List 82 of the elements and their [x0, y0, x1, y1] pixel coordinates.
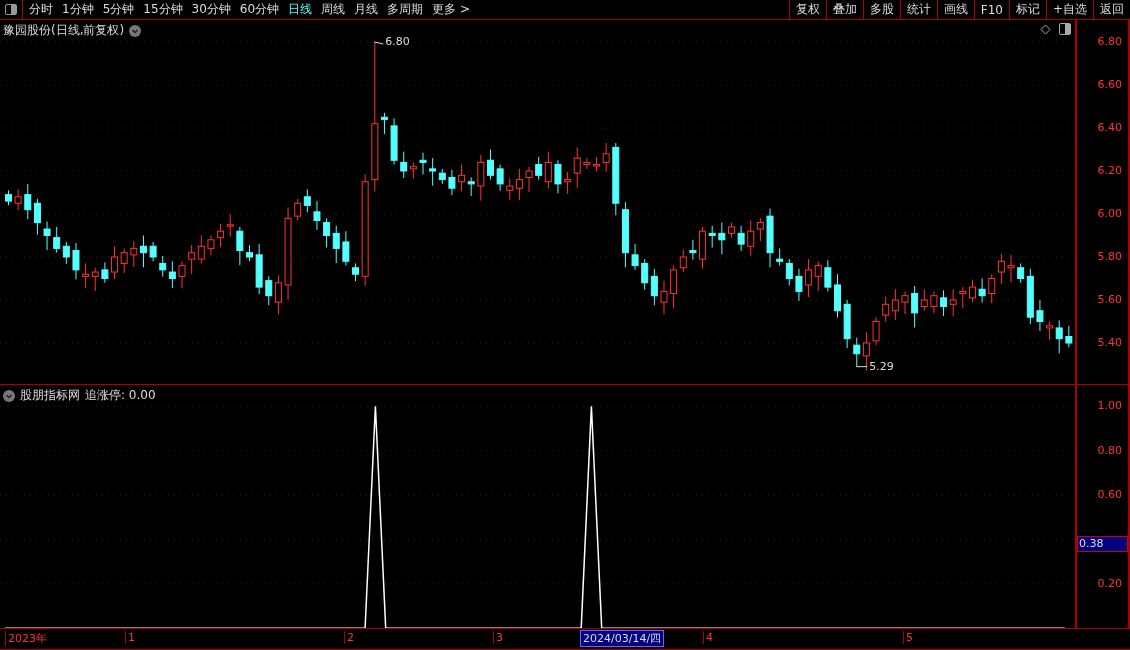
- candlestick: [583, 157, 591, 170]
- indicator-axis-label: 1.00: [1097, 399, 1122, 413]
- chart-title: 豫园股份(日线,前复权): [3, 22, 125, 39]
- candlestick: [631, 243, 639, 271]
- candlestick: [737, 225, 745, 252]
- period-tab[interactable]: 日线: [288, 1, 313, 18]
- candlestick: [843, 299, 851, 349]
- period-tab[interactable]: 月线: [354, 1, 379, 18]
- candlestick: [246, 244, 253, 262]
- candlestick: [255, 243, 263, 295]
- candlestick: [43, 221, 51, 251]
- period-tab[interactable]: 5分钟: [102, 1, 135, 18]
- indicator-axis-label: 0.60: [1097, 488, 1122, 502]
- dropdown-icon[interactable]: [3, 389, 15, 402]
- price-axis-label: 6.80: [1097, 35, 1122, 48]
- candlestick: [795, 268, 803, 302]
- candlestick: [101, 261, 109, 284]
- date-axis-label: 2: [344, 631, 356, 645]
- candlestick: [14, 188, 22, 211]
- price-axis-label: 5.80: [1097, 250, 1122, 263]
- leader-line: [855, 366, 868, 368]
- candlestick: [448, 169, 456, 196]
- candlestick: [390, 117, 398, 166]
- diamond-icon[interactable]: [1040, 23, 1051, 35]
- leader-line: [373, 41, 384, 45]
- period-tab[interactable]: 更多 >: [432, 1, 470, 18]
- indicator-axis-label: 0.80: [1097, 443, 1122, 457]
- period-tab[interactable]: 分时: [29, 1, 53, 18]
- candlestick: [1036, 299, 1044, 332]
- candlestick: [1007, 254, 1015, 283]
- period-tab[interactable]: 30分钟: [191, 1, 231, 18]
- period-tab[interactable]: 60分钟: [239, 1, 280, 18]
- candlestick: [1065, 325, 1073, 348]
- indicator-value: 追涨停: 0.00: [85, 387, 156, 405]
- price-axis-label: 6.00: [1097, 207, 1122, 220]
- price-axis-label: 5.40: [1097, 336, 1122, 349]
- candlestick: [149, 241, 157, 262]
- candlestick: [554, 159, 562, 194]
- candlestick: [72, 242, 80, 280]
- date-axis-label: 1: [125, 631, 137, 645]
- candlestick: [487, 149, 494, 181]
- low-price-label: 5.29: [869, 359, 894, 373]
- period-tab[interactable]: 1分钟: [62, 1, 94, 18]
- candlestick: [660, 280, 668, 315]
- dropdown-icon[interactable]: [129, 24, 142, 37]
- candlestick: [477, 154, 485, 202]
- price-axis-label: 6.60: [1097, 78, 1122, 91]
- price-axis-label: 5.60: [1097, 293, 1122, 306]
- period-tab[interactable]: 周线: [321, 1, 346, 18]
- candlestick: [872, 316, 880, 346]
- period-tab[interactable]: 15分钟: [143, 1, 183, 18]
- candlestick: [593, 156, 600, 172]
- candlestick: [207, 235, 215, 256]
- candlestick: [342, 230, 350, 267]
- date-axis-label: 2023年: [5, 631, 49, 647]
- candlestick: [901, 290, 909, 315]
- price-axis-label: 6.40: [1097, 121, 1122, 134]
- price-axis-label: 6.20: [1097, 164, 1122, 177]
- candlestick: [930, 290, 938, 314]
- candlestick: [602, 142, 610, 173]
- candlestick: [178, 260, 186, 289]
- candlestick: [236, 226, 244, 266]
- candlestick: [978, 278, 986, 304]
- candlestick: [689, 239, 697, 261]
- panel-toggle-icon[interactable]: [1059, 23, 1071, 35]
- candlestick: [525, 166, 533, 193]
- date-axis-label: 3: [493, 631, 505, 645]
- indicator-axis-label: 0.20: [1097, 577, 1122, 591]
- date-axis-label: 5: [903, 631, 915, 645]
- date-axis-label: 4: [703, 631, 715, 645]
- period-tab[interactable]: 多周期: [387, 1, 424, 18]
- candlestick: [313, 200, 321, 231]
- cursor-value-label: 0.38: [1077, 536, 1128, 553]
- candlestick: [834, 273, 841, 319]
- candlestick: [419, 152, 427, 175]
- indicator-source: 股朋指标网: [20, 387, 80, 405]
- candlestick: [766, 208, 774, 268]
- date-axis-label: 2024/03/14/四: [580, 630, 665, 648]
- candlestick: [5, 189, 12, 206]
- high-price-label: 6.80: [385, 35, 410, 48]
- candlestick: [824, 259, 832, 292]
- candlestick: [496, 164, 504, 192]
